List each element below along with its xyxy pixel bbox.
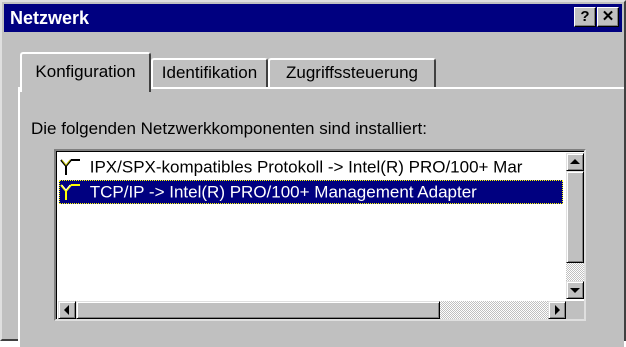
window-title: Netzwerk bbox=[10, 8, 90, 28]
scroll-left-button[interactable] bbox=[58, 301, 76, 319]
horizontal-scrollbar[interactable] bbox=[58, 301, 566, 319]
network-components-list[interactable]: IPX/SPX-kompatibles Protokoll -> Intel(R… bbox=[54, 149, 586, 321]
list-item[interactable]: IPX/SPX-kompatibles Protokoll -> Intel(R… bbox=[59, 155, 563, 179]
list-item-selected[interactable]: TCP/IP -> Intel(R) PRO/100+ Management A… bbox=[59, 180, 563, 204]
arrow-down-icon bbox=[570, 288, 580, 293]
tab-zugriffssteuerung[interactable]: Zugriffssteuerung bbox=[268, 58, 436, 88]
horizontal-scroll-thumb[interactable] bbox=[76, 301, 440, 319]
list-item-label: IPX/SPX-kompatibles Protokoll -> Intel(R… bbox=[89, 157, 523, 177]
tab-label: Konfiguration bbox=[35, 62, 136, 81]
tab-label: Zugriffssteuerung bbox=[286, 63, 418, 82]
network-protocol-icon bbox=[59, 157, 81, 177]
vertical-scroll-thumb[interactable] bbox=[566, 171, 584, 263]
close-button[interactable]: ✕ bbox=[597, 7, 619, 27]
scrollbar-corner bbox=[566, 301, 584, 319]
installed-components-label: Die folgenden Netzwerkkomponenten sind i… bbox=[31, 118, 427, 140]
title-bar[interactable]: Netzwerk ? ✕ bbox=[4, 4, 622, 32]
scroll-down-button[interactable] bbox=[566, 281, 584, 299]
tab-identifikation[interactable]: Identifikation bbox=[151, 58, 268, 88]
network-protocol-icon bbox=[59, 182, 81, 202]
vertical-scrollbar[interactable] bbox=[566, 153, 584, 299]
arrow-left-icon bbox=[64, 305, 69, 315]
scroll-right-button[interactable] bbox=[548, 301, 566, 319]
arrow-up-icon bbox=[570, 159, 580, 164]
arrow-right-icon bbox=[555, 305, 560, 315]
scroll-up-button[interactable] bbox=[566, 153, 584, 171]
tab-konfiguration[interactable]: Konfiguration bbox=[20, 52, 151, 92]
tab-label: Identifikation bbox=[161, 63, 258, 82]
help-button[interactable]: ? bbox=[574, 7, 596, 27]
list-item-label: TCP/IP -> Intel(R) PRO/100+ Management A… bbox=[89, 182, 477, 202]
installed-label-text: Die folgenden Netzwerkkomponenten sind i… bbox=[31, 119, 427, 138]
